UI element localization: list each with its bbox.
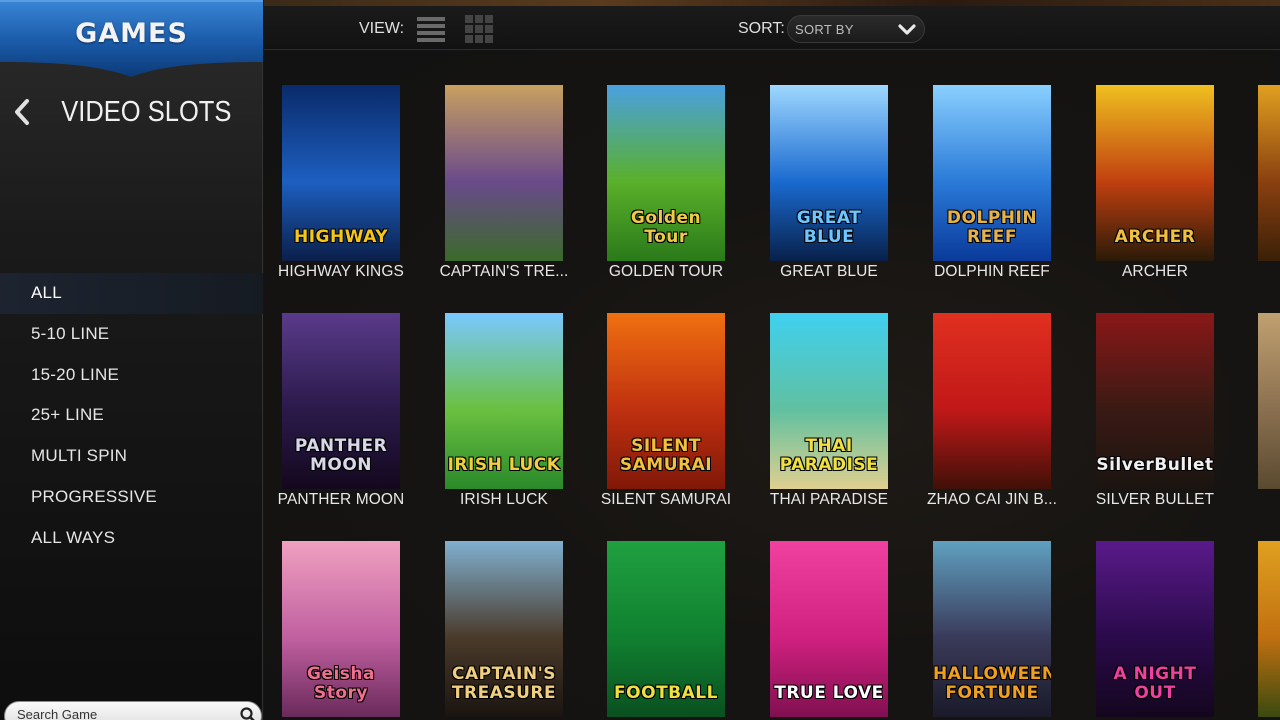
- game-logo-text: ARCHER: [1114, 227, 1196, 247]
- game-title[interactable]: ARCHER: [1074, 263, 1236, 281]
- game-grid: HIGHWAY HIGHWAY KINGS CAPTAIN'S TRE... Gold…: [264, 51, 1280, 720]
- chevron-down-icon: [898, 24, 916, 35]
- game-title[interactable]: HIGHWAY KINGS: [264, 263, 422, 281]
- filter-item-5-10-line[interactable]: 5-10 LINE: [0, 314, 263, 355]
- game-logo-text: IRISH LUCK: [447, 455, 561, 475]
- filter-item-all[interactable]: ALL: [0, 273, 263, 314]
- filter-list: ALL 5-10 LINE 15-20 LINE 25+ LINE MULTI …: [0, 273, 263, 559]
- game-logo-text: THAI PARADISE: [779, 436, 879, 475]
- game-logo-text: SilverBullet: [1096, 455, 1214, 475]
- game-title[interactable]: PANTHER MOON: [264, 491, 422, 509]
- search-icon[interactable]: [239, 706, 257, 720]
- sidebar: GAMES VIDEO SLOTS ALL 5-10 LINE 15-20 LI…: [0, 0, 263, 720]
- game-title[interactable]: S: [1236, 263, 1280, 281]
- game-thumbnail[interactable]: [1258, 541, 1280, 717]
- list-view-button[interactable]: [415, 14, 447, 46]
- game-thumbnail[interactable]: PANTHER MOON: [282, 313, 400, 489]
- game-thumbnail[interactable]: SilverBullet: [1096, 313, 1214, 489]
- game-title[interactable]: IRISH LUCK: [423, 491, 585, 509]
- game-thumbnail[interactable]: DOLPHIN REEF: [933, 85, 1051, 261]
- game-thumbnail[interactable]: GREAT BLUE: [770, 85, 888, 261]
- view-label: VIEW:: [359, 20, 405, 37]
- grid-view-button[interactable]: [464, 14, 496, 46]
- game-title[interactable]: GOLDEN TOUR: [585, 263, 747, 281]
- grid-view-icon: [465, 15, 493, 43]
- game-logo-text: HALLOWEEN FORTUNE: [933, 664, 1051, 703]
- game-thumbnail[interactable]: Golden Tour: [607, 85, 725, 261]
- top-decor-strip: [264, 0, 1280, 6]
- sort-label: SORT:: [738, 20, 785, 37]
- game-title[interactable]: RO: [1236, 491, 1280, 509]
- filter-item-progressive[interactable]: PROGRESSIVE: [0, 477, 263, 518]
- game-title[interactable]: GREAT BLUE: [748, 263, 910, 281]
- section-title: VIDEO SLOTS: [61, 96, 232, 128]
- game-logo-text: SILENT SAMURAI: [619, 436, 713, 475]
- game-logo-text: HIGHWAY: [293, 227, 389, 247]
- game-logo-text: GREAT BLUE: [796, 208, 862, 247]
- game-thumbnail[interactable]: [445, 85, 563, 261]
- game-logo-text: FOOTBALL: [614, 683, 718, 703]
- game-logo-text: A NIGHT OUT: [1113, 664, 1197, 703]
- game-thumbnail[interactable]: [933, 313, 1051, 489]
- game-logo-text: DOLPHIN REEF: [946, 208, 1038, 247]
- sort-dropdown[interactable]: SORT BY: [787, 15, 925, 43]
- search-input[interactable]: [17, 707, 227, 720]
- game-thumbnail[interactable]: TRUE LOVE: [770, 541, 888, 717]
- game-title[interactable]: SILVER BULLET: [1074, 491, 1236, 509]
- game-thumbnail[interactable]: ARCHER: [1096, 85, 1214, 261]
- filter-item-25-plus-line[interactable]: 25+ LINE: [0, 395, 263, 436]
- list-view-icon: [417, 17, 445, 42]
- filter-item-multi-spin[interactable]: MULTI SPIN: [0, 436, 263, 477]
- game-title[interactable]: ZHAO CAI JIN B...: [911, 491, 1073, 509]
- game-thumbnail[interactable]: IRISH LUCK: [445, 313, 563, 489]
- sort-value: SORT BY: [795, 22, 854, 37]
- filter-item-15-20-line[interactable]: 15-20 LINE: [0, 355, 263, 396]
- game-thumbnail[interactable]: THAI PARADISE: [770, 313, 888, 489]
- game-thumbnail[interactable]: SILENT SAMURAI: [607, 313, 725, 489]
- game-thumbnail[interactable]: [1258, 313, 1280, 489]
- game-title[interactable]: SILENT SAMURAI: [585, 491, 747, 509]
- search-box: [4, 701, 262, 720]
- game-thumbnail[interactable]: FOOTBALL: [607, 541, 725, 717]
- game-thumbnail[interactable]: HIGHWAY: [282, 85, 400, 261]
- game-logo-text: TRUE LOVE: [774, 683, 884, 703]
- game-thumbnail[interactable]: [1258, 85, 1280, 261]
- game-title[interactable]: CAPTAIN'S TRE...: [423, 263, 585, 281]
- game-logo-text: CAPTAIN'S TREASURE: [451, 664, 557, 703]
- game-logo-text: Golden Tour: [630, 208, 702, 247]
- game-thumbnail[interactable]: Geisha Story: [282, 541, 400, 717]
- games-header-tab[interactable]: GAMES: [0, 0, 263, 78]
- game-thumbnail[interactable]: CAPTAIN'S TREASURE: [445, 541, 563, 717]
- game-logo-text: Geisha Story: [306, 664, 375, 703]
- game-title[interactable]: DOLPHIN REEF: [911, 263, 1073, 281]
- game-thumbnail[interactable]: HALLOWEEN FORTUNE: [933, 541, 1051, 717]
- game-thumbnail[interactable]: A NIGHT OUT: [1096, 541, 1214, 717]
- filter-item-all-ways[interactable]: ALL WAYS: [0, 518, 263, 559]
- games-title: GAMES: [75, 18, 188, 49]
- game-title[interactable]: THAI PARADISE: [748, 491, 910, 509]
- game-logo-text: PANTHER MOON: [294, 436, 388, 475]
